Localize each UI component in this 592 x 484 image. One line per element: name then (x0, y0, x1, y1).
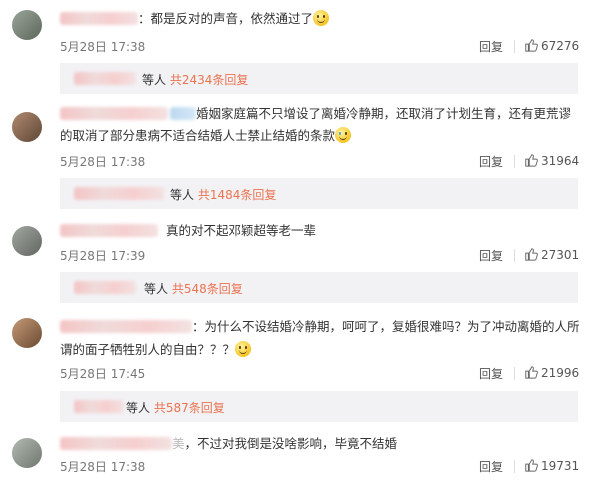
smile-emoji-icon (235, 341, 252, 357)
cry-emoji-icon (335, 127, 352, 143)
comment-text-line2: 谓的面子牺牲别人的自由？？？ (60, 342, 236, 357)
thumbs-up-icon (525, 39, 538, 52)
thumbs-up-icon (525, 366, 538, 379)
like-button[interactable]: 31964 (524, 153, 579, 168)
subreply-summary[interactable]: 等人 共548条回复 (60, 272, 578, 303)
thumbs-up-icon (525, 248, 538, 261)
subreply-prefix: 等人 (170, 188, 195, 202)
comment-text-content: ：都是反对的声音，依然通过了 (138, 11, 314, 26)
like-count: 67276 (541, 39, 580, 53)
like-count: 31964 (541, 154, 580, 168)
comment-text-line1: 婚姻家庭篇不只增设了离婚冷静期，还取消了计划生育，还有更荒谬 (196, 106, 572, 121)
divider (514, 367, 515, 380)
comment-text-content: ，不过对我倒是没啥影响，毕竟不结婚 (184, 436, 398, 451)
divider (514, 460, 515, 473)
subreply-prefix: 等人 (126, 401, 151, 415)
comment-text: 真的对不起邓颖超等老一辈 (60, 220, 578, 241)
like-button[interactable]: 21996 (524, 365, 579, 380)
subreply-prefix: 等人 (142, 73, 167, 87)
subreply-summary[interactable]: 等人 共1484条回复 (60, 178, 578, 209)
comment-text-content: 真的对不起邓颖超等老一辈 (166, 223, 317, 238)
comment-text: ：为什么不设结婚冷静期，呵呵了，复婚很难吗？为了冲动离婚的人所 (60, 316, 580, 337)
like-button[interactable]: 19731 (524, 458, 579, 473)
comment-text-second-line: 的取消了部分患病不适合结婚人士禁止结婚的条款 (60, 125, 578, 146)
comment-text: 婚姻家庭篇不只增设了离婚冷静期，还取消了计划生育，还有更荒谬 (60, 103, 578, 124)
like-count: 21996 (541, 366, 580, 380)
smile-emoji-icon (313, 10, 330, 26)
divider (514, 40, 515, 53)
comment-text-line1: ：为什么不设结婚冷静期，呵呵了，复婚很难吗？为了冲动离婚的人所 (192, 319, 580, 334)
timestamp: 5月28日 17:45 (60, 367, 146, 381)
like-button[interactable]: 27301 (524, 247, 579, 262)
avatar[interactable] (12, 10, 42, 40)
divider (514, 249, 515, 262)
username-blurred[interactable] (60, 224, 158, 237)
like-count: 19731 (541, 459, 580, 473)
comment-text-prefix: 美 (172, 436, 185, 451)
subreply-text: 等人 共2434条回复 (142, 71, 248, 88)
reply-button[interactable]: 回复 (479, 458, 503, 475)
subreply-count-link[interactable]: 共548条回复 (172, 282, 243, 296)
reply-button[interactable]: 回复 (479, 153, 503, 170)
comment-text: 美，不过对我倒是没啥影响，毕竟不结婚 (60, 433, 578, 454)
comment-text: ：都是反对的声音，依然通过了 (60, 8, 578, 29)
username-blurred (74, 281, 136, 294)
avatar[interactable] (12, 438, 42, 468)
badge-blurred (170, 107, 196, 120)
subreply-summary[interactable]: 等人 共587条回复 (60, 391, 578, 422)
avatar[interactable] (12, 318, 42, 348)
username-blurred (74, 187, 164, 200)
subreply-text: 等人 共548条回复 (144, 280, 243, 297)
divider (514, 155, 515, 168)
thumbs-up-icon (525, 154, 538, 167)
avatar[interactable] (12, 112, 42, 142)
username-blurred (74, 400, 124, 413)
username-blurred[interactable] (60, 12, 138, 25)
subreply-summary[interactable]: 等人 共2434条回复 (60, 63, 578, 94)
timestamp: 5月28日 17:38 (60, 155, 146, 169)
reply-button[interactable]: 回复 (479, 38, 503, 55)
avatar[interactable] (12, 226, 42, 256)
reply-button[interactable]: 回复 (479, 365, 503, 382)
username-blurred (74, 72, 136, 85)
username-blurred[interactable] (60, 437, 172, 450)
like-button[interactable]: 67276 (524, 38, 579, 53)
reply-button[interactable]: 回复 (479, 247, 503, 264)
thumbs-up-icon (525, 459, 538, 472)
timestamp: 5月28日 17:38 (60, 40, 146, 54)
timestamp: 5月28日 17:39 (60, 249, 146, 263)
comment-text-line2: 的取消了部分患病不适合结婚人士禁止结婚的条款 (60, 128, 336, 143)
subreply-count-link[interactable]: 共587条回复 (154, 401, 225, 415)
subreply-text: 等人 共587条回复 (126, 399, 225, 416)
subreply-text: 等人 共1484条回复 (170, 186, 276, 203)
username-blurred[interactable] (60, 107, 168, 120)
subreply-prefix: 等人 (144, 282, 169, 296)
timestamp: 5月28日 17:38 (60, 460, 146, 474)
comment-text-second-line: 谓的面子牺牲别人的自由？？？ (60, 339, 578, 360)
subreply-count-link[interactable]: 共1484条回复 (198, 188, 277, 202)
like-count: 27301 (541, 248, 580, 262)
username-blurred[interactable] (60, 320, 192, 333)
subreply-count-link[interactable]: 共2434条回复 (170, 73, 249, 87)
